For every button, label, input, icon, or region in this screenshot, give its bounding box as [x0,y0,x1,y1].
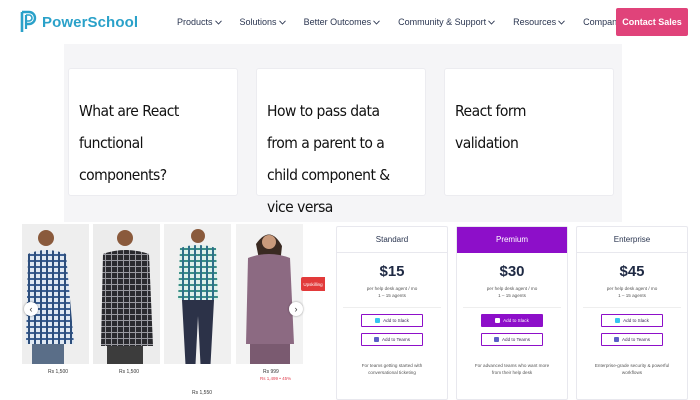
plan-desc-line: per help desk agent / mo [366,286,418,291]
powerschool-logo-icon [20,10,38,34]
plan-foot-line: workflows [621,370,643,375]
nav-better-outcomes[interactable]: Better Outcomes [304,17,381,27]
brand-logo[interactable]: PowerSchool [20,9,138,35]
plan-desc-line: 1 – 15 agents [378,293,406,298]
product-price: Rs 1,500 [119,369,140,375]
product-card[interactable] [164,224,231,364]
add-to-slack-button[interactable]: Add to Slack [481,314,543,327]
plan-standard: Standard $15 per help desk agent / mo 1 … [336,226,448,400]
brand-name: PowerSchool [42,13,139,31]
chevron-down-icon [278,19,286,25]
main-nav: Products Solutions Better Outcomes Commu… [177,17,649,27]
plan-description: per help desk agent / mo 1 – 15 agents [457,285,567,299]
teams-icon [373,337,379,342]
chevron-down-icon [558,19,566,25]
product-carousel: ‹ › Rs 1,500 Rs 1,500 Rs 1,550 Rs 999 Rs… [0,222,325,400]
plan-name: Standard [337,227,447,253]
button-label: Add to Teams [621,337,650,342]
chevron-left-icon: ‹ [29,304,33,314]
article-title: How to pass data from a parent to a chil… [267,102,390,216]
article-title: What are React functional components? [79,102,179,184]
article-title: React form validation [455,102,526,152]
contact-sales-button[interactable]: Contact Sales [616,8,688,36]
nav-label: Resources [513,17,557,27]
slack-icon [375,318,381,323]
plan-desc-line: per help desk agent / mo [486,286,538,291]
chevron-down-icon [214,19,222,25]
plan-foot-line: from their help desk [491,370,533,375]
pricing-table: Standard $15 per help desk agent / mo 1 … [330,222,700,400]
button-label: Add to Slack [503,318,529,323]
site-header: PowerSchool Products Solutions Better Ou… [0,0,700,44]
article-card[interactable]: How to pass data from a parent to a chil… [256,68,426,216]
add-to-teams-button[interactable]: Add to Teams [481,333,543,346]
plan-foot-line: For advanced teams who want more [474,363,550,368]
add-to-slack-button[interactable]: Add to Slack [361,314,423,327]
product-card[interactable] [22,224,89,364]
nav-label: Solutions [239,17,277,27]
add-to-teams-button[interactable]: Add to Teams [601,333,663,346]
plan-premium: Premium $30 per help desk agent / mo 1 –… [456,226,568,400]
product-price: Rs 1,500 [48,369,69,375]
button-label: Add to Slack [623,318,649,323]
plan-footnote: For advanced teams who want more from th… [457,362,567,376]
nav-community-support[interactable]: Community & Support [398,17,495,27]
plan-description: per help desk agent / mo 1 – 15 agents [337,285,447,299]
plan-price: $45 [619,263,645,280]
article-card[interactable]: What are React functional components? [68,68,238,196]
plan-price: $15 [379,263,405,280]
plan-footnote: For teams getting started with conversat… [337,362,447,376]
plan-desc-line: 1 – 15 agents [498,293,526,298]
plan-enterprise: Enterprise $45 per help desk agent / mo … [576,226,688,400]
button-label: Add to Teams [501,337,530,342]
button-label: Add to Teams [381,337,410,342]
nav-label: Better Outcomes [303,17,372,27]
nav-solutions[interactable]: Solutions [240,17,286,27]
article-card[interactable]: React form validation [444,68,614,196]
chevron-down-icon [488,19,495,25]
slack-icon [615,318,621,323]
product-image [93,224,160,364]
chevron-right-icon: › [294,304,298,314]
product-price: Rs 1,550 [192,390,213,396]
slack-icon [495,318,501,323]
teams-icon [493,337,499,342]
carousel-next-button[interactable]: › [289,302,303,316]
plan-name: Premium [457,227,567,253]
nav-products[interactable]: Products [177,17,222,27]
page: PowerSchool Products Solutions Better Ou… [0,0,700,400]
plan-desc-line: 1 – 15 agents [618,293,646,298]
teams-icon [613,337,619,342]
product-price: Rs 999 [263,369,279,375]
nav-resources[interactable]: Resources [513,17,566,27]
divider [583,307,681,308]
chevron-down-icon [373,19,380,25]
plan-foot-line: Enterprise-grade security & powerful [594,363,670,368]
product-card[interactable] [236,224,303,364]
product-image [236,224,303,364]
carousel-prev-button[interactable]: ‹ [24,302,38,316]
button-label: Add to Slack [383,318,409,323]
plan-name: Enterprise [577,227,687,253]
product-image [164,224,231,364]
plan-price: $30 [499,263,525,280]
divider [343,307,441,308]
upskilling-badge[interactable]: Upskilling [301,277,325,291]
plan-foot-line: conversational ticketing [368,370,416,375]
nav-label: Products [177,17,213,27]
plan-desc-line: per help desk agent / mo [606,286,658,291]
product-card[interactable] [93,224,160,364]
plan-description: per help desk agent / mo 1 – 15 agents [577,285,687,299]
article-cards-panel: What are React functional components? Ho… [64,44,622,222]
product-image [22,224,89,364]
add-to-teams-button[interactable]: Add to Teams [361,333,423,346]
plan-footnote: Enterprise-grade security & powerful wor… [577,362,687,376]
plan-foot-line: For teams getting started with [361,363,423,368]
product-old-price: Rs 1,499 • 45% [260,376,292,381]
add-to-slack-button[interactable]: Add to Slack [601,314,663,327]
divider [463,307,561,308]
nav-label: Community & Support [398,17,487,27]
